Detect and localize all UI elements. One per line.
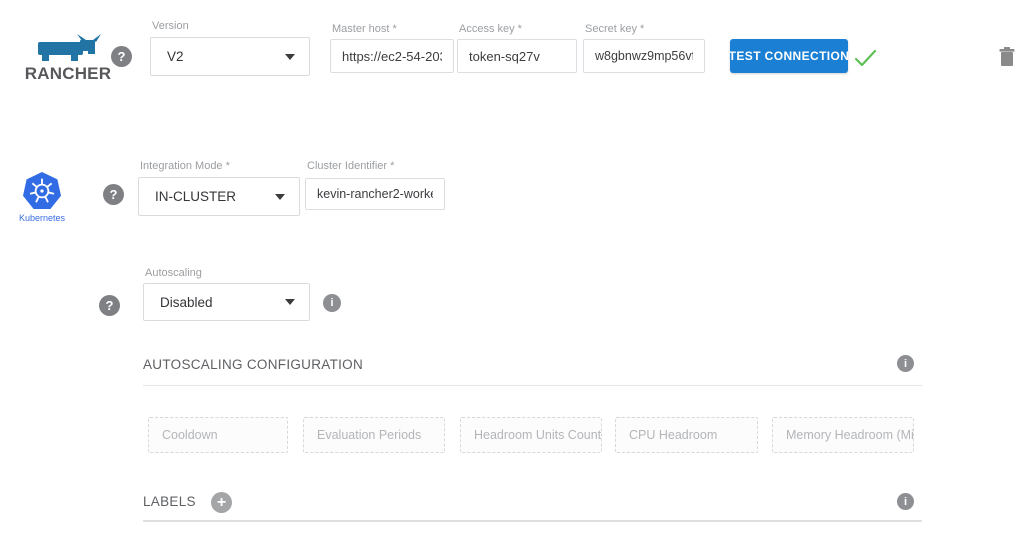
cluster-identifier-label: Cluster Identifier *: [307, 160, 394, 172]
autoscaling-label: Autoscaling: [145, 267, 202, 279]
chevron-down-icon: [285, 54, 295, 60]
access-key-input[interactable]: [457, 39, 577, 73]
cpu-headroom-field[interactable]: CPU Headroom: [615, 417, 758, 453]
evaluation-periods-field[interactable]: Evaluation Periods: [303, 417, 445, 453]
labels-title: LABELS: [143, 494, 196, 509]
chevron-down-icon: [285, 299, 295, 305]
rancher-bull-icon: [35, 33, 101, 62]
kubernetes-logo: Kubernetes: [12, 172, 72, 223]
version-value: V2: [167, 49, 184, 64]
chevron-down-icon: [275, 194, 285, 200]
secret-key-label: Secret key *: [585, 23, 644, 35]
cpu-headroom-placeholder: CPU Headroom: [629, 428, 717, 442]
integration-settings-page: RANCHER ? Version V2 Master host * Acces…: [0, 0, 1024, 550]
master-host-label: Master host *: [332, 23, 397, 35]
headroom-units-count-field[interactable]: Headroom Units Count: [460, 417, 602, 453]
rancher-logo-text: RANCHER: [22, 64, 114, 84]
test-connection-button[interactable]: TEST CONNECTION: [730, 39, 848, 73]
version-label: Version: [152, 20, 189, 32]
connection-success-check-icon: [854, 49, 878, 69]
secret-key-input[interactable]: [583, 39, 705, 73]
integration-mode-select[interactable]: IN-CLUSTER: [138, 177, 300, 216]
cooldown-field[interactable]: Cooldown: [148, 417, 288, 453]
cluster-identifier-input[interactable]: [305, 178, 445, 210]
rancher-help-icon[interactable]: ?: [111, 46, 132, 67]
headroom-units-count-placeholder: Headroom Units Count: [474, 428, 601, 442]
autoscaling-help-icon[interactable]: ?: [99, 295, 120, 316]
integration-mode-label: Integration Mode *: [140, 160, 230, 172]
memory-headroom-placeholder: Memory Headroom (MiB): [786, 428, 914, 442]
cooldown-placeholder: Cooldown: [162, 428, 218, 442]
evaluation-periods-placeholder: Evaluation Periods: [317, 428, 421, 442]
rancher-logo: RANCHER: [22, 33, 114, 84]
section-divider: [143, 520, 922, 522]
kubernetes-helm-icon: [21, 172, 63, 211]
kubernetes-help-icon[interactable]: ?: [103, 184, 124, 205]
add-label-button[interactable]: +: [211, 492, 232, 513]
autoscaling-configuration-info-icon[interactable]: i: [897, 355, 914, 372]
labels-info-icon[interactable]: i: [897, 493, 914, 510]
memory-headroom-field[interactable]: Memory Headroom (MiB): [772, 417, 914, 453]
autoscaling-value: Disabled: [160, 295, 213, 310]
access-key-label: Access key *: [459, 23, 522, 35]
delete-integration-trash-icon[interactable]: [998, 46, 1016, 68]
autoscaling-configuration-title: AUTOSCALING CONFIGURATION: [143, 357, 363, 372]
integration-mode-value: IN-CLUSTER: [155, 189, 236, 204]
section-divider: [143, 385, 922, 386]
master-host-input[interactable]: [330, 39, 454, 73]
kubernetes-logo-text: Kubernetes: [12, 213, 72, 223]
autoscaling-select[interactable]: Disabled: [143, 283, 310, 321]
autoscaling-info-icon[interactable]: i: [323, 294, 341, 312]
version-select[interactable]: V2: [150, 37, 310, 76]
